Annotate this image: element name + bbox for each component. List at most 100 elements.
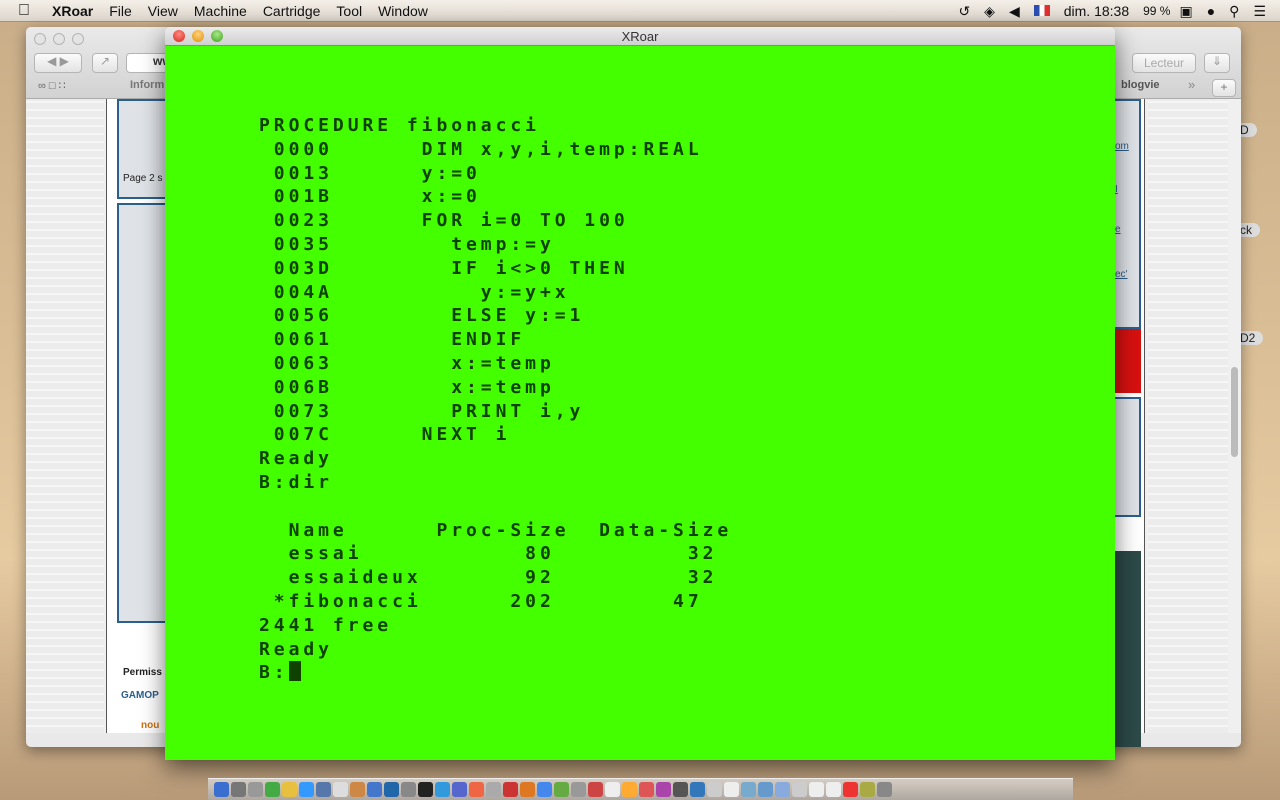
dock-app-icon[interactable] xyxy=(231,782,246,797)
dock-app-icon[interactable] xyxy=(333,782,348,797)
clock[interactable]: dim. 18:38 xyxy=(1057,3,1136,19)
new-topic-button[interactable]: nou xyxy=(141,720,159,731)
menu-cartridge[interactable]: Cartridge xyxy=(255,3,329,19)
dock-app-icon[interactable] xyxy=(248,782,263,797)
keyboard-flag-icon[interactable] xyxy=(1027,3,1057,19)
dock-app-icon[interactable] xyxy=(469,782,484,797)
page-background xyxy=(1148,99,1228,733)
dock-app-icon[interactable] xyxy=(809,782,824,797)
dock-app-icon[interactable] xyxy=(775,782,790,797)
dock-app-icon[interactable] xyxy=(588,782,603,797)
link[interactable]: om xyxy=(1115,141,1129,152)
terminal-line: *fibonacci 202 47 xyxy=(259,590,703,612)
battery-icon[interactable]: ▣ xyxy=(1172,3,1199,20)
dock-app-icon[interactable] xyxy=(282,782,297,797)
dock-app-icon[interactable] xyxy=(486,782,501,797)
downloads-icon[interactable]: ⇓ xyxy=(1204,53,1230,73)
menu-file[interactable]: File xyxy=(101,3,140,19)
dock-app-icon[interactable] xyxy=(622,782,637,797)
bookmark-item[interactable]: Inform xyxy=(130,79,164,91)
terminal-line: Name Proc-Size Data-Size xyxy=(259,519,733,541)
xroar-titlebar[interactable]: XRoar xyxy=(165,27,1115,46)
ad-image[interactable] xyxy=(1115,551,1141,747)
dock-app-icon[interactable] xyxy=(792,782,807,797)
terminal-line: 0056 ELSE y:=1 xyxy=(259,305,585,327)
terminal-line: 0073 PRINT i,y xyxy=(259,400,585,422)
dock-app-icon[interactable] xyxy=(452,782,467,797)
close-button[interactable] xyxy=(173,30,185,42)
reading-list-icon[interactable]: ∞ □ ∷ xyxy=(38,79,66,92)
minimize-button[interactable] xyxy=(53,33,65,45)
terminal-line: 004A y:=y+x xyxy=(259,281,570,303)
user-icon[interactable]: ● xyxy=(1200,3,1222,19)
terminal-line: essai 80 32 xyxy=(259,543,718,565)
dock-app-icon[interactable] xyxy=(758,782,773,797)
notifications-icon[interactable]: ☰ xyxy=(1246,3,1280,20)
dock-app-icon[interactable] xyxy=(537,782,552,797)
more-bookmarks-icon[interactable]: » xyxy=(1188,77,1195,92)
terminal-line: 0023 FOR i=0 TO 100 xyxy=(259,210,629,232)
xroar-window: XRoar PROCEDURE fibonacci 0000 DIM x,y,i… xyxy=(165,27,1115,760)
dock-app-icon[interactable] xyxy=(401,782,416,797)
dock-app-icon[interactable] xyxy=(724,782,739,797)
dock-app-icon[interactable] xyxy=(435,782,450,797)
page-body: Page 2 s Permiss GAMOP nou xyxy=(106,99,177,733)
dock-app-icon[interactable] xyxy=(316,782,331,797)
dock-app-icon[interactable] xyxy=(350,782,365,797)
dock-app-icon[interactable] xyxy=(673,782,688,797)
battery-percent[interactable]: 99 % xyxy=(1136,4,1172,18)
new-tab-button[interactable]: + xyxy=(1212,79,1236,97)
menu-view[interactable]: View xyxy=(140,3,186,19)
dock-app-icon[interactable] xyxy=(639,782,654,797)
spotlight-icon[interactable]: ⚲ xyxy=(1222,3,1246,20)
dock-app-icon[interactable] xyxy=(843,782,858,797)
dock-app-icon[interactable] xyxy=(826,782,841,797)
dock-app-icon[interactable] xyxy=(707,782,722,797)
dock-app-icon[interactable] xyxy=(367,782,382,797)
menu-app[interactable]: XRoar xyxy=(44,3,101,19)
bookmark-item[interactable]: blogvie xyxy=(1121,79,1160,91)
dock-app-icon[interactable] xyxy=(265,782,280,797)
zoom-button[interactable] xyxy=(211,30,223,42)
close-button[interactable] xyxy=(34,33,46,45)
terminal-line: B:dir xyxy=(259,471,333,493)
page-background xyxy=(26,99,104,733)
dock-app-icon[interactable] xyxy=(214,782,229,797)
dock-app-icon[interactable] xyxy=(741,782,756,797)
terminal-line: 0000 DIM x,y,i,temp:REAL xyxy=(259,138,703,160)
dock-app-icon[interactable] xyxy=(418,782,433,797)
dock-app-icon[interactable] xyxy=(299,782,314,797)
emulator-screen[interactable]: PROCEDURE fibonacci 0000 DIM x,y,i,temp:… xyxy=(165,46,1115,760)
apple-menu-icon[interactable]:  xyxy=(18,2,38,19)
ad-banner[interactable] xyxy=(1115,329,1141,393)
minimize-button[interactable] xyxy=(192,30,204,42)
link[interactable]: ec' xyxy=(1115,269,1127,280)
volume-icon[interactable]: ◀ xyxy=(1002,3,1027,20)
zoom-button[interactable] xyxy=(72,33,84,45)
dock-app-icon[interactable] xyxy=(554,782,569,797)
dock-app-icon[interactable] xyxy=(503,782,518,797)
dock-app-icon[interactable] xyxy=(690,782,705,797)
terminal-line: 2441 free xyxy=(259,614,393,636)
menu-tool[interactable]: Tool xyxy=(328,3,370,19)
dock-app-icon[interactable] xyxy=(860,782,875,797)
dock-app-icon[interactable] xyxy=(656,782,671,797)
share-icon[interactable]: ↗ xyxy=(92,53,118,73)
dock-app-icon[interactable] xyxy=(520,782,535,797)
reader-button[interactable]: Lecteur xyxy=(1132,53,1196,73)
terminal-line: 0063 x:=temp xyxy=(259,352,555,374)
dock-app-icon[interactable] xyxy=(605,782,620,797)
terminal-line: 003D IF i<>0 THEN xyxy=(259,257,629,279)
pagination-text: Page 2 s xyxy=(123,173,163,184)
back-forward-button[interactable]: ◀ ▶ xyxy=(34,53,82,73)
link[interactable]: e xyxy=(1115,224,1121,235)
menu-window[interactable]: Window xyxy=(370,3,436,19)
wifi-icon[interactable]: ◈ xyxy=(977,3,1002,20)
menu-machine[interactable]: Machine xyxy=(186,3,255,19)
scrollbar[interactable] xyxy=(1231,367,1238,457)
dock-app-icon[interactable] xyxy=(571,782,586,797)
dock-app-icon[interactable] xyxy=(384,782,399,797)
time-machine-icon[interactable]: ↺ xyxy=(951,3,977,20)
link[interactable]: I xyxy=(1115,184,1118,195)
dock-app-icon[interactable] xyxy=(877,782,892,797)
